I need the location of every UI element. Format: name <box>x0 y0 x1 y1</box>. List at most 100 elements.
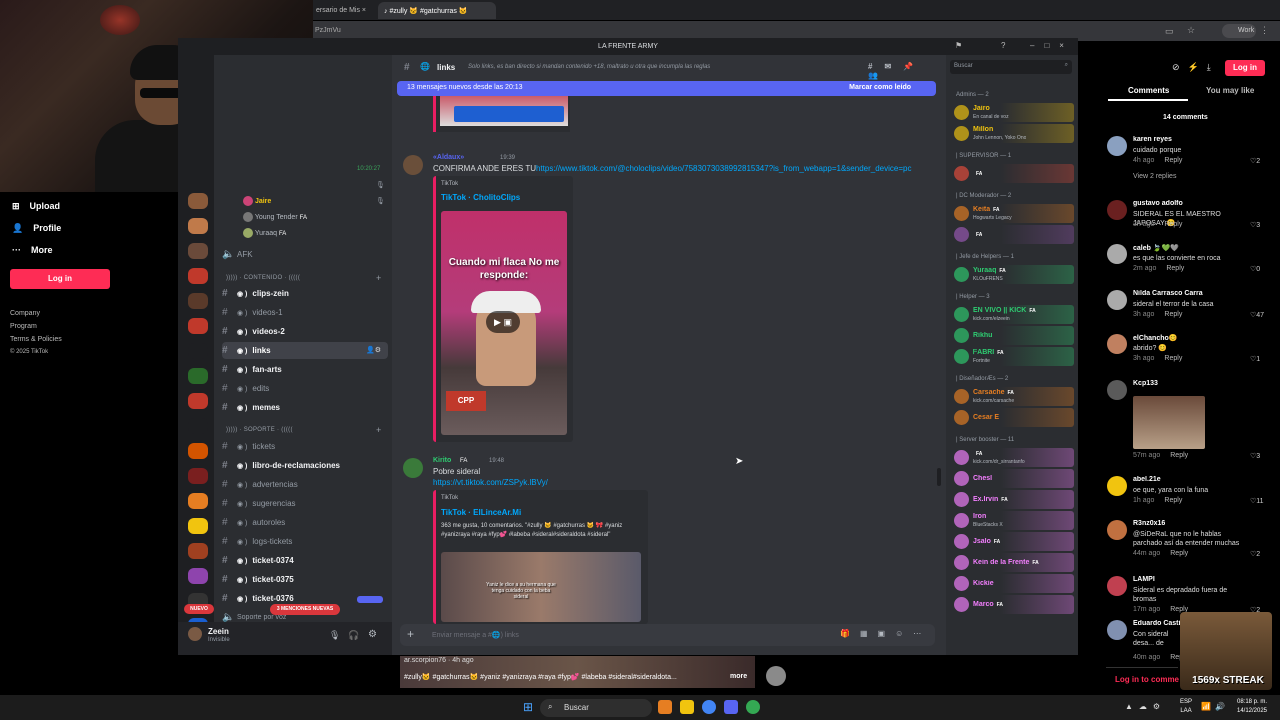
app-icon[interactable] <box>658 700 672 714</box>
channel-fan-arts[interactable]: # ◉ ) fan-arts <box>222 361 388 378</box>
video-user[interactable]: ar.scorpion76 · 4h ago <box>404 657 474 664</box>
member-row[interactable]: EN VIVO || KICK FA kick.com/elzeein <box>952 305 1074 324</box>
server-icon[interactable] <box>188 468 208 484</box>
reply-button[interactable]: Reply <box>1170 452 1188 459</box>
search-input[interactable]: Buscar ⌕ <box>950 60 1072 74</box>
server-icon[interactable] <box>188 318 208 334</box>
comment-author[interactable]: R3nz0x16 <box>1133 520 1243 527</box>
close-icon[interactable]: × <box>362 7 366 14</box>
server-icon[interactable] <box>188 343 208 359</box>
channel-actions[interactable]: 👤⚙ <box>366 346 381 354</box>
avatar[interactable] <box>1107 576 1127 596</box>
member-row[interactable]: ᖴABRI FA Fortnite <box>952 347 1074 366</box>
add-channel-icon[interactable]: + <box>376 425 381 435</box>
video-thumbnail[interactable]: Cuando mi flaca No me responde: ▶ ▣ CPP <box>441 211 567 435</box>
member-row[interactable]: Millon John Lennon, Yoko Ono <box>952 124 1074 143</box>
message-author[interactable]: «Aldaux» <box>433 154 464 161</box>
like-count[interactable]: ♡0 <box>1250 265 1275 273</box>
cast-icon[interactable]: ▭ <box>1165 26 1174 37</box>
category-soporte[interactable]: ))))) · SOPORTE · ((((( <box>226 427 293 433</box>
member-row[interactable]: Iron BlueStacks X <box>952 511 1074 530</box>
toolbar-icons[interactable]: ⊘⚡⤓ <box>1172 62 1219 73</box>
folder-icon[interactable] <box>680 700 694 714</box>
server-icon[interactable] <box>188 368 208 384</box>
reply-button[interactable]: Reply <box>1164 157 1182 164</box>
member-row[interactable]: Cesar E <box>952 408 1074 427</box>
tab-comments[interactable]: Comments <box>1128 86 1169 95</box>
member-row[interactable]: Jsalo FA <box>952 532 1074 551</box>
avatar[interactable] <box>1107 200 1127 220</box>
chrome-icon[interactable] <box>702 700 716 714</box>
channel-topic[interactable]: Solo links, es ban directo si mandan con… <box>468 64 710 70</box>
mark-read-button[interactable]: Marcar como leído <box>849 84 911 91</box>
like-count[interactable]: ♡2 <box>1250 157 1275 165</box>
avatar[interactable] <box>188 627 202 641</box>
help-icon[interactable]: ? <box>1001 41 1005 50</box>
play-icon[interactable]: ▶ ▣ <box>486 311 520 333</box>
channel-sugerencias[interactable]: # ◉ ) sugerencias <box>222 495 388 512</box>
channel-links[interactable]: # ◉ ) links <box>222 342 388 359</box>
tray-icons[interactable]: ▲☁⚙ <box>1125 702 1166 711</box>
scrollbar[interactable] <box>937 468 941 486</box>
member-row[interactable]: Carsache FA kick.com/carsache <box>952 387 1074 406</box>
footer-link[interactable]: Terms & Policies <box>10 336 62 343</box>
comment-author[interactable]: elChancho😊 <box>1133 334 1243 342</box>
member-row[interactable]: Marco FA <box>952 595 1074 614</box>
member-row[interactable]: FA <box>952 164 1074 183</box>
tab-you-may-like[interactable]: You may like <box>1206 86 1254 95</box>
server-icon[interactable] <box>188 543 208 559</box>
member-row[interactable]: Chesl <box>952 469 1074 488</box>
view-replies-button[interactable]: View 2 replies <box>1133 173 1176 180</box>
login-comment-link[interactable]: Log in to comment <box>1115 675 1179 684</box>
profile-chip[interactable]: Work <box>1222 24 1256 38</box>
avatar[interactable] <box>1107 244 1127 264</box>
avatar[interactable] <box>1107 476 1127 496</box>
server-icon[interactable] <box>188 568 208 584</box>
more-link[interactable]: more <box>730 673 747 680</box>
like-count[interactable]: ♡2 <box>1250 550 1275 558</box>
voice-user[interactable]: Yuraaq FA <box>243 228 373 238</box>
comment-author[interactable]: gustavo adolfo <box>1133 200 1243 207</box>
like-count[interactable]: ♡11 <box>1250 497 1275 505</box>
member-row[interactable]: FA <box>952 225 1074 244</box>
reply-button[interactable]: Reply <box>1164 355 1182 362</box>
channel-libro-de-reclamaciones[interactable]: # ◉ ) libro-de-reclamaciones <box>222 457 388 474</box>
composer-icons[interactable]: 🎁▦▣☺⋯ <box>840 629 931 638</box>
windows-start-icon[interactable]: ⊞ <box>523 700 533 714</box>
server-icon[interactable] <box>188 268 208 284</box>
video-thumbnail[interactable]: Yaniz le dice a su hermana que tenga cui… <box>441 552 641 622</box>
footer-link[interactable]: Program <box>10 323 37 330</box>
avatar[interactable] <box>403 458 423 478</box>
member-row[interactable]: Yuraaq FA KLOuFRENS <box>952 265 1074 284</box>
reply-button[interactable]: Reply <box>1166 265 1184 272</box>
channel-advertencias[interactable]: # ◉ ) advertencias <box>222 476 388 493</box>
channel-edits[interactable]: # ◉ ) edits <box>222 380 388 397</box>
comment-author[interactable]: karen reyes <box>1133 136 1243 143</box>
server-icon[interactable] <box>188 443 208 459</box>
server-icon[interactable] <box>188 493 208 509</box>
channel-autoroles[interactable]: # ◉ ) autoroles <box>222 514 388 531</box>
settings-icon[interactable]: ⚙ <box>368 629 377 640</box>
header-icons[interactable]: #✉📌👥 <box>868 62 942 80</box>
avatar[interactable] <box>1107 334 1127 354</box>
comment-author[interactable]: Kcp133 <box>1133 380 1243 387</box>
login-button[interactable]: Log in <box>10 269 110 289</box>
voice-user[interactable]: Jaire <box>243 196 373 206</box>
upload-nav[interactable]: ⊞ Upload <box>12 197 162 215</box>
server-icon[interactable] <box>188 218 208 234</box>
footer-link[interactable]: Company <box>10 310 40 317</box>
member-row[interactable]: Ex.Irvin FA <box>952 490 1074 509</box>
reply-button[interactable]: Reply <box>1164 497 1182 504</box>
clock[interactable]: 08:18 p. m. 14/12/2025 <box>1227 698 1277 716</box>
server-icon[interactable] <box>188 293 208 309</box>
like-count[interactable]: ♡3 <box>1250 452 1275 460</box>
category-contenido[interactable]: ))))) · CONTENIDO · ((((( <box>226 275 300 281</box>
avatar[interactable] <box>766 666 786 686</box>
message-link[interactable]: https://www.tiktok.com/@choloclips/video… <box>536 164 911 173</box>
server-icon[interactable] <box>188 518 208 534</box>
comment-author[interactable]: abel.21e <box>1133 476 1243 483</box>
server-icon[interactable] <box>188 193 208 209</box>
browser-tab[interactable]: ersario de Mis × <box>313 2 375 19</box>
language-indicator[interactable]: ESP LAA <box>1175 698 1197 716</box>
reply-button[interactable]: Reply <box>1170 550 1188 557</box>
